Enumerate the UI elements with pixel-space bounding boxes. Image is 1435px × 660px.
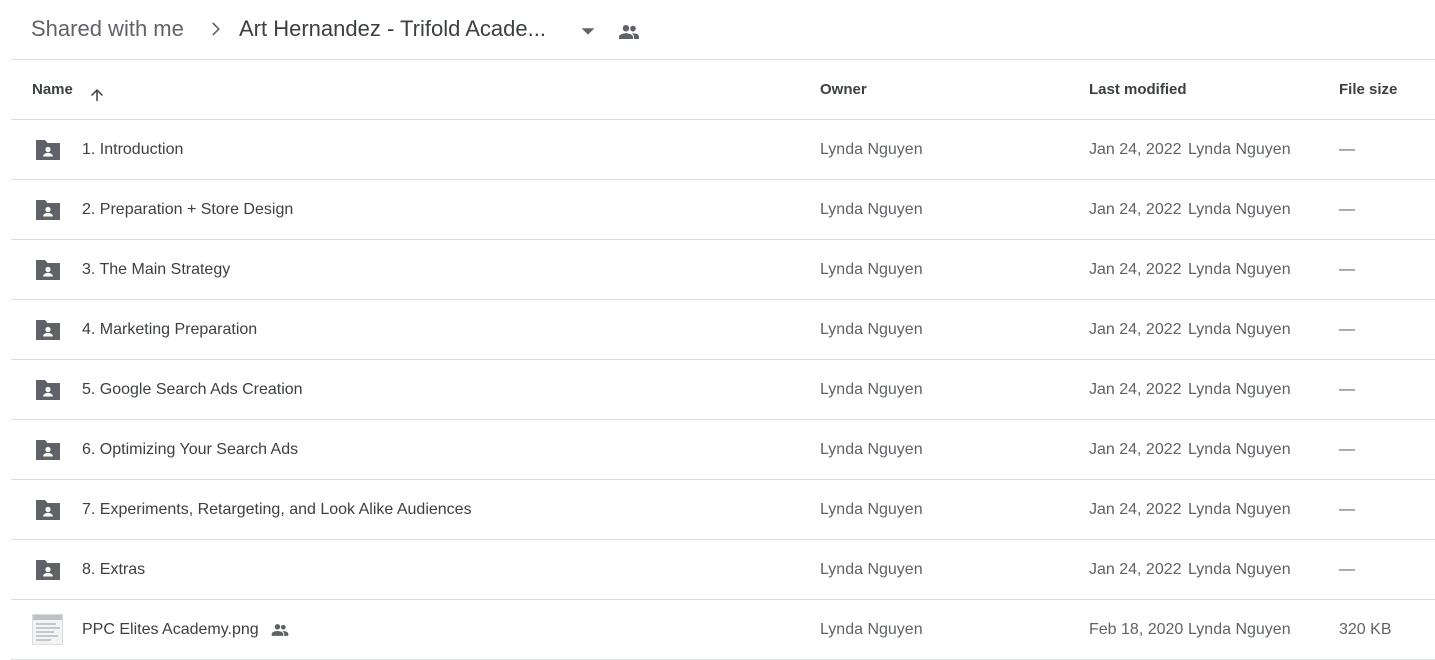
shared-folder-icon <box>34 258 62 282</box>
table-row[interactable]: 3. The Main Strategy Lynda Nguyen Jan 24, … <box>11 240 1435 300</box>
file-size: — <box>1339 561 1355 578</box>
file-modified-date: Feb 18, 2020 <box>1089 621 1184 638</box>
shared-folder-icon <box>34 378 62 402</box>
file-modified-by: Lynda Nguyen <box>1188 561 1291 578</box>
column-header-owner: Owner <box>820 81 867 98</box>
breadcrumb-root-shared-with-me[interactable]: Shared with me <box>31 14 184 44</box>
file-modified-by: Lynda Nguyen <box>1188 261 1291 278</box>
column-header-file-size[interactable]: File size <box>1339 60 1397 119</box>
file-modified-date: Jan 24, 2022 <box>1089 141 1182 158</box>
file-owner: Lynda Nguyen <box>820 141 923 158</box>
file-name: 1. Introduction <box>82 141 184 158</box>
file-modified-date: Jan 24, 2022 <box>1089 561 1182 578</box>
file-modified-date: Jan 24, 2022 <box>1089 441 1182 458</box>
file-size: — <box>1339 501 1355 518</box>
file-name: 3. The Main Strategy <box>82 261 231 278</box>
file-name: 2. Preparation + Store Design <box>82 201 294 218</box>
file-modified-by: Lynda Nguyen <box>1188 381 1291 398</box>
file-name: 6. Optimizing Your Search Ads <box>82 441 299 458</box>
file-modified-date: Jan 24, 2022 <box>1089 201 1182 218</box>
file-list: 1. Introduction Lynda Nguyen Jan 24, 2022 L… <box>11 120 1435 660</box>
people-icon <box>269 620 291 640</box>
people-icon <box>617 20 641 44</box>
file-owner: Lynda Nguyen <box>820 381 923 398</box>
shared-folder-icon <box>34 198 62 222</box>
breadcrumb-bar: Shared with me Art Hernandez - Trifold A… <box>0 0 1435 60</box>
table-row[interactable]: 4. Marketing Preparation Lynda Nguyen Jan … <box>11 300 1435 360</box>
file-modified-date: Jan 24, 2022 <box>1089 501 1182 518</box>
table-row[interactable]: 5. Google Search Ads Creation Lynda Nguye… <box>11 360 1435 420</box>
table-row[interactable]: 1. Introduction Lynda Nguyen Jan 24, 2022 L… <box>11 120 1435 180</box>
file-modified-by: Lynda Nguyen <box>1188 201 1291 218</box>
file-name: 4. Marketing Preparation <box>82 321 258 338</box>
file-size: — <box>1339 381 1355 398</box>
file-owner: Lynda Nguyen <box>820 561 923 578</box>
file-size: — <box>1339 321 1355 338</box>
file-size: — <box>1339 141 1355 158</box>
file-owner: Lynda Nguyen <box>820 441 923 458</box>
file-modified-by: Lynda Nguyen <box>1188 621 1291 638</box>
shared-folder-icon <box>34 138 62 162</box>
breadcrumb-current-folder[interactable]: Art Hernandez - Trifold Acade... <box>239 14 546 44</box>
file-modified-date: Jan 24, 2022 <box>1089 321 1182 338</box>
caret-down-icon[interactable] <box>577 20 599 42</box>
table-row[interactable]: PPC Elites Academy.png Lynda Nguyen Feb 18… <box>11 600 1435 660</box>
shared-folder-icon <box>34 558 62 582</box>
file-name: 7. Experiments, Retargeting, and Look Al… <box>82 501 472 518</box>
file-name: 5. Google Search Ads Creation <box>82 381 303 398</box>
file-modified-by: Lynda Nguyen <box>1188 501 1291 518</box>
column-header-last-modified[interactable]: Last modified <box>1089 60 1187 119</box>
table-row[interactable]: 8. Extras Lynda Nguyen Jan 24, 2022 Lynda N… <box>11 540 1435 600</box>
file-modified-by: Lynda Nguyen <box>1188 441 1291 458</box>
arrow-up-icon[interactable] <box>88 86 106 104</box>
image-thumbnail-icon <box>32 614 63 645</box>
shared-folder-icon <box>34 438 62 462</box>
file-size: — <box>1339 441 1355 458</box>
column-header-name[interactable]: Name <box>32 60 73 119</box>
file-owner: Lynda Nguyen <box>820 261 923 278</box>
file-size: — <box>1339 201 1355 218</box>
file-list-header: Name Owner Last modified File size <box>11 60 1435 120</box>
table-row[interactable]: 2. Preparation + Store Design Lynda Nguye… <box>11 180 1435 240</box>
chevron-right-icon <box>205 19 225 39</box>
file-owner: Lynda Nguyen <box>820 201 923 218</box>
table-row[interactable]: 7. Experiments, Retargeting, and Look Al… <box>11 480 1435 540</box>
file-size: 320 KB <box>1339 621 1392 638</box>
file-owner: Lynda Nguyen <box>820 321 923 338</box>
file-modified-by: Lynda Nguyen <box>1188 141 1291 158</box>
table-row[interactable]: 6. Optimizing Your Search Ads Lynda Nguye… <box>11 420 1435 480</box>
file-modified-date: Jan 24, 2022 <box>1089 381 1182 398</box>
shared-folder-icon <box>34 498 62 522</box>
shared-folder-icon <box>34 318 62 342</box>
file-modified-date: Jan 24, 2022 <box>1089 261 1182 278</box>
file-name: PPC Elites Academy.png <box>82 621 259 638</box>
file-owner: Lynda Nguyen <box>820 501 923 518</box>
file-name: 8. Extras <box>82 561 146 578</box>
file-size: — <box>1339 261 1355 278</box>
file-owner: Lynda Nguyen <box>820 621 923 638</box>
file-modified-by: Lynda Nguyen <box>1188 321 1291 338</box>
